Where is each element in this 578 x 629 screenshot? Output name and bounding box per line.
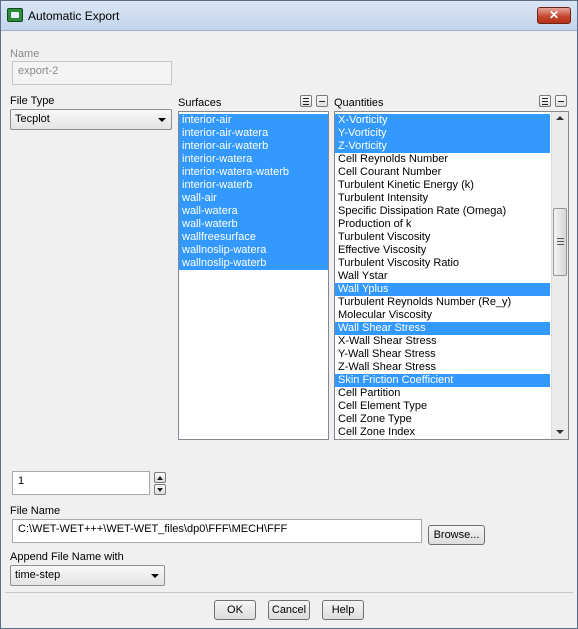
list-item[interactable]: wall-watera bbox=[179, 205, 328, 218]
list-item[interactable]: Wall Yplus bbox=[335, 283, 550, 296]
list-item[interactable]: interior-waterb bbox=[179, 179, 328, 192]
fluent-app-icon bbox=[7, 8, 23, 22]
automatic-export-dialog: Automatic Export ✕ Name export-2 File Ty… bbox=[0, 0, 578, 629]
scroll-down-icon[interactable] bbox=[556, 430, 564, 434]
list-item[interactable]: Z-Vorticity bbox=[335, 140, 550, 153]
surfaces-select-all-button[interactable] bbox=[300, 95, 312, 107]
list-item[interactable]: Turbulent Intensity bbox=[335, 192, 550, 205]
browse-button[interactable]: Browse... bbox=[428, 525, 485, 545]
file-name-label: File Name bbox=[10, 505, 61, 517]
frequency-increment-button[interactable] bbox=[154, 472, 166, 483]
append-value: time-step bbox=[15, 569, 61, 581]
file-name-field[interactable]: C:\WET-WET+++\WET-WET_files\dp0\FFF\MECH… bbox=[12, 519, 422, 543]
list-item[interactable]: interior-air bbox=[179, 114, 328, 127]
list-item[interactable]: Cell Partition bbox=[335, 387, 550, 400]
list-item[interactable]: Cell Element Type bbox=[335, 400, 550, 413]
list-item[interactable]: Skin Friction Coefficient bbox=[335, 374, 550, 387]
name-field[interactable]: export-2 bbox=[12, 61, 172, 85]
list-item[interactable]: Effective Viscosity bbox=[335, 244, 550, 257]
list-item[interactable]: wallfreesurface bbox=[179, 231, 328, 244]
append-label: Append File Name with bbox=[10, 551, 124, 563]
title-bar[interactable]: Automatic Export ✕ bbox=[1, 1, 577, 31]
chevron-down-icon bbox=[151, 574, 159, 578]
list-item[interactable]: Cell Zone Index bbox=[335, 426, 550, 439]
list-item[interactable]: Turbulent Reynolds Number (Re_y) bbox=[335, 296, 550, 309]
list-item[interactable]: Y-Vorticity bbox=[335, 127, 550, 140]
list-item[interactable]: Wall Shear Stress bbox=[335, 322, 550, 335]
list-item[interactable]: Cell Reynolds Number bbox=[335, 153, 550, 166]
close-button[interactable]: ✕ bbox=[537, 7, 571, 24]
list-item[interactable]: Turbulent Viscosity Ratio bbox=[335, 257, 550, 270]
append-dropdown[interactable]: time-step bbox=[10, 565, 165, 586]
list-item[interactable]: Specific Dissipation Rate (Omega) bbox=[335, 205, 550, 218]
list-item[interactable]: Y-Wall Shear Stress bbox=[335, 348, 550, 361]
list-item[interactable]: Production of k bbox=[335, 218, 550, 231]
list-item[interactable]: X-Vorticity bbox=[335, 114, 550, 127]
ok-button[interactable]: OK bbox=[214, 600, 256, 620]
list-item[interactable]: Wall Ystar bbox=[335, 270, 550, 283]
quantities-deselect-all-button[interactable] bbox=[555, 95, 567, 107]
divider bbox=[5, 592, 573, 593]
file-type-label: File Type bbox=[10, 95, 55, 107]
help-button[interactable]: Help bbox=[322, 600, 364, 620]
quantities-select-all-button[interactable] bbox=[539, 95, 551, 107]
surfaces-deselect-all-button[interactable] bbox=[316, 95, 328, 107]
arrow-up-icon bbox=[157, 476, 163, 480]
list-item[interactable]: Cell Courant Number bbox=[335, 166, 550, 179]
list-item[interactable]: Cell Zone Type bbox=[335, 413, 550, 426]
list-item[interactable]: interior-air-waterb bbox=[179, 140, 328, 153]
list-item[interactable]: wall-waterb bbox=[179, 218, 328, 231]
file-type-dropdown[interactable]: Tecplot bbox=[10, 109, 172, 130]
arrow-down-icon bbox=[157, 488, 163, 492]
cancel-button[interactable]: Cancel bbox=[268, 600, 310, 620]
list-item[interactable]: interior-watera bbox=[179, 153, 328, 166]
name-label: Name bbox=[10, 48, 40, 60]
list-item[interactable]: Molecular Viscosity bbox=[335, 309, 550, 322]
file-type-value: Tecplot bbox=[15, 113, 50, 125]
list-item[interactable]: Turbulent Viscosity bbox=[335, 231, 550, 244]
list-item[interactable]: Turbulent Kinetic Energy (k) bbox=[335, 179, 550, 192]
list-item[interactable]: X-Wall Shear Stress bbox=[335, 335, 550, 348]
quantities-label: Quantities bbox=[334, 97, 384, 109]
frequency-decrement-button[interactable] bbox=[154, 484, 166, 495]
quantities-listbox[interactable]: X-Vorticity Y-Vorticity Z-Vorticity Cell Re… bbox=[334, 111, 569, 440]
list-item[interactable]: wallnoslip-watera bbox=[179, 244, 328, 257]
list-item[interactable]: Z-Wall Shear Stress bbox=[335, 361, 550, 374]
surfaces-listbox[interactable]: interior-air interior-air-watera interior-… bbox=[178, 111, 329, 440]
scroll-thumb[interactable] bbox=[553, 208, 567, 276]
export-frequency-field[interactable]: 1 bbox=[12, 471, 150, 495]
scroll-up-icon[interactable] bbox=[556, 116, 564, 120]
list-item[interactable]: interior-watera-waterb bbox=[179, 166, 328, 179]
list-item[interactable]: wall-air bbox=[179, 192, 328, 205]
window-title: Automatic Export bbox=[28, 9, 120, 23]
chevron-down-icon bbox=[158, 118, 166, 122]
list-item[interactable]: interior-air-watera bbox=[179, 127, 328, 140]
quantities-scrollbar[interactable] bbox=[551, 112, 568, 439]
surfaces-label: Surfaces bbox=[178, 97, 222, 109]
list-item[interactable]: wallnoslip-waterb bbox=[179, 257, 328, 270]
